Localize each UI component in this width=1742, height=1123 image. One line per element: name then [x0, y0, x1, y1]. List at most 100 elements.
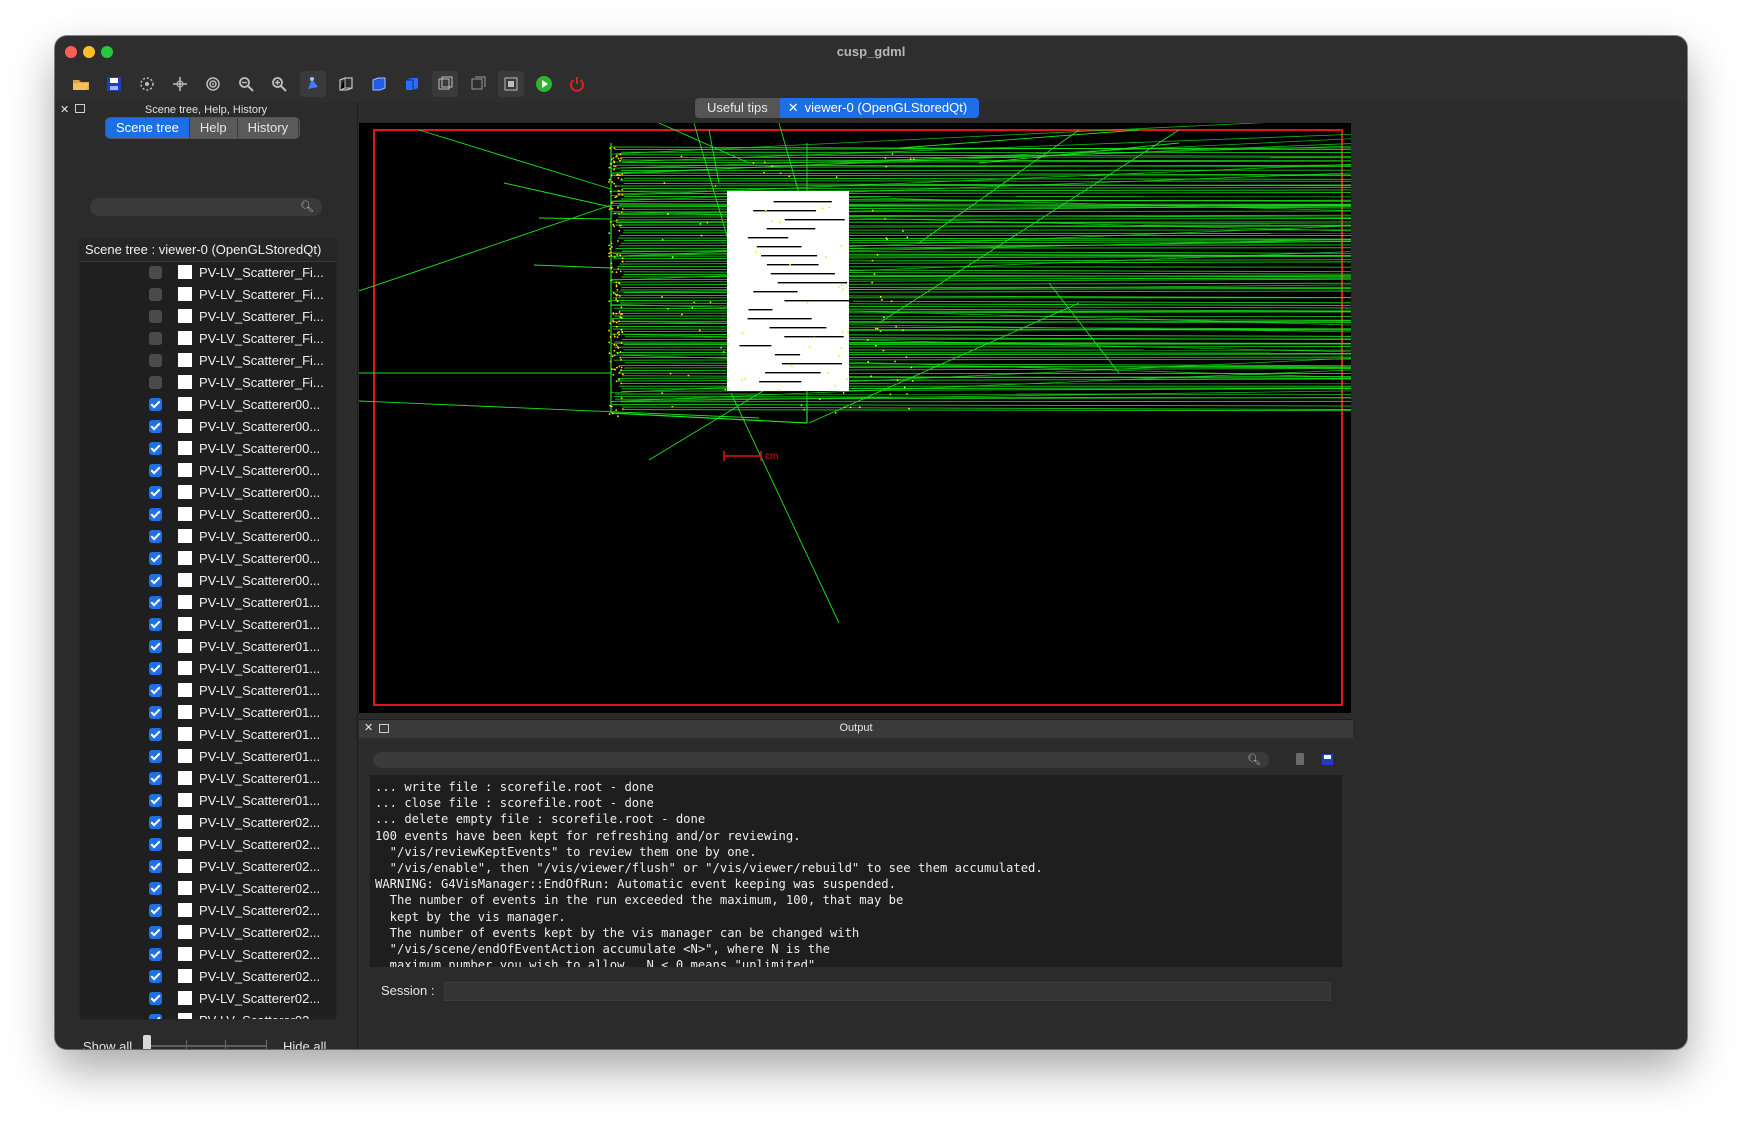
color-swatch[interactable]	[178, 595, 192, 609]
tree-row[interactable]: PV-LV_Scatterer01...	[80, 724, 336, 746]
tree-row[interactable]: PV-LV_Scatterer02...	[80, 878, 336, 900]
visibility-checkbox[interactable]	[149, 728, 162, 741]
tree-row[interactable]: PV-LV_Scatterer01...	[80, 746, 336, 768]
color-swatch[interactable]	[178, 441, 192, 455]
tree-row[interactable]: PV-LV_Scatterer01...	[80, 636, 336, 658]
color-swatch[interactable]	[178, 727, 192, 741]
tree-row[interactable]: PV-LV_Scatterer_Fi...	[80, 372, 336, 394]
color-swatch[interactable]	[178, 485, 192, 499]
tree-row[interactable]: PV-LV_Scatterer02...	[80, 834, 336, 856]
tree-row[interactable]: PV-LV_Scatterer_Fi...	[80, 262, 336, 284]
color-swatch[interactable]	[178, 705, 192, 719]
visibility-checkbox[interactable]	[149, 420, 162, 433]
tree-row[interactable]: PV-LV_Scatterer00...	[80, 526, 336, 548]
visibility-checkbox[interactable]	[149, 992, 162, 1005]
visibility-checkbox[interactable]	[149, 750, 162, 763]
color-swatch[interactable]	[178, 507, 192, 521]
scene-tree-search-input[interactable]: 🔍︎	[90, 198, 322, 216]
color-swatch[interactable]	[178, 551, 192, 565]
color-swatch[interactable]	[178, 771, 192, 785]
color-swatch[interactable]	[178, 925, 192, 939]
visibility-checkbox[interactable]	[149, 926, 162, 939]
visibility-checkbox[interactable]	[149, 706, 162, 719]
surface-icon[interactable]	[399, 71, 425, 97]
opengl-viewport[interactable]: cm	[359, 123, 1351, 713]
visibility-checkbox[interactable]	[149, 860, 162, 873]
color-swatch[interactable]	[178, 837, 192, 851]
tab-viewer-0[interactable]: ✕ viewer-0 (OpenGLStoredQt)	[779, 98, 980, 118]
exit-icon[interactable]	[564, 71, 590, 97]
output-search-input[interactable]: 🔍︎	[373, 752, 1269, 768]
color-swatch[interactable]	[178, 749, 192, 763]
color-swatch[interactable]	[178, 793, 192, 807]
visibility-checkbox[interactable]	[149, 684, 162, 697]
tree-row[interactable]: PV-LV_Scatterer00...	[80, 438, 336, 460]
color-swatch[interactable]	[178, 529, 192, 543]
visibility-slider-handle[interactable]	[143, 1035, 151, 1049]
color-swatch[interactable]	[178, 617, 192, 631]
wireframe-icon[interactable]	[432, 71, 458, 97]
tree-row[interactable]: PV-LV_Scatterer_Fi...	[80, 284, 336, 306]
tree-row[interactable]: PV-LV_Scatterer00...	[80, 570, 336, 592]
tree-row[interactable]: PV-LV_Scatterer02...	[80, 922, 336, 944]
visibility-checkbox[interactable]	[149, 1014, 162, 1019]
tree-row[interactable]: PV-LV_Scatterer01...	[80, 658, 336, 680]
color-swatch[interactable]	[178, 287, 192, 301]
color-swatch[interactable]	[178, 397, 192, 411]
open-folder-icon[interactable]	[68, 71, 94, 97]
zoom-in-icon[interactable]	[266, 71, 292, 97]
visibility-checkbox[interactable]	[149, 640, 162, 653]
visibility-checkbox[interactable]	[149, 508, 162, 521]
color-swatch[interactable]	[178, 815, 192, 829]
tab-useful-tips[interactable]: Useful tips	[695, 98, 780, 118]
visibility-checkbox[interactable]	[149, 530, 162, 543]
visibility-checkbox[interactable]	[149, 948, 162, 961]
tree-row[interactable]: PV-LV_Scatterer01...	[80, 790, 336, 812]
visibility-checkbox[interactable]	[149, 662, 162, 675]
visibility-checkbox[interactable]	[149, 882, 162, 895]
hidden-line-removal-icon[interactable]	[465, 71, 491, 97]
rotate-icon[interactable]	[134, 71, 160, 97]
color-swatch[interactable]	[178, 947, 192, 961]
tree-row[interactable]: PV-LV_Scatterer_Fi...	[80, 306, 336, 328]
color-swatch[interactable]	[178, 991, 192, 1005]
tab-history[interactable]: History	[237, 118, 300, 138]
run-beam-icon[interactable]	[531, 71, 557, 97]
tab-scene-tree[interactable]: Scene tree	[106, 118, 190, 138]
tree-row[interactable]: PV-LV_Scatterer00...	[80, 394, 336, 416]
visibility-checkbox[interactable]	[149, 442, 162, 455]
move-icon[interactable]	[167, 71, 193, 97]
zoom-out-icon[interactable]	[233, 71, 259, 97]
visibility-checkbox[interactable]	[149, 772, 162, 785]
tree-row[interactable]: PV-LV_Scatterer00...	[80, 416, 336, 438]
color-swatch[interactable]	[178, 639, 192, 653]
color-swatch[interactable]	[178, 375, 192, 389]
color-swatch[interactable]	[178, 1013, 192, 1019]
visibility-checkbox[interactable]	[149, 574, 162, 587]
save-output-icon[interactable]	[1321, 753, 1334, 771]
tree-row[interactable]: PV-LV_Scatterer02...	[80, 856, 336, 878]
visibility-checkbox[interactable]	[149, 288, 162, 301]
visibility-checkbox[interactable]	[149, 838, 162, 851]
color-swatch[interactable]	[178, 463, 192, 477]
tree-row[interactable]: PV-LV_Scatterer00...	[80, 504, 336, 526]
visibility-checkbox[interactable]	[149, 794, 162, 807]
color-swatch[interactable]	[178, 683, 192, 697]
visibility-checkbox[interactable]	[149, 816, 162, 829]
visibility-checkbox[interactable]	[149, 266, 162, 279]
visibility-checkbox[interactable]	[149, 464, 162, 477]
tree-row[interactable]: PV-LV_Scatterer_Fi...	[80, 350, 336, 372]
tree-row[interactable]: PV-LV_Scatterer02...	[80, 812, 336, 834]
color-swatch[interactable]	[178, 969, 192, 983]
output-console[interactable]: ... write file : scorefile.root - done .…	[370, 775, 1342, 967]
close-tab-icon[interactable]: ✕	[788, 100, 799, 115]
tree-row[interactable]: PV-LV_Scatterer00...	[80, 548, 336, 570]
visibility-checkbox[interactable]	[149, 618, 162, 631]
tree-row[interactable]: PV-LV_Scatterer02...	[80, 966, 336, 988]
color-swatch[interactable]	[178, 309, 192, 323]
tree-row[interactable]: PV-LV_Scatterer01...	[80, 680, 336, 702]
perspective-icon[interactable]	[300, 71, 326, 97]
tree-row[interactable]: PV-LV_Scatterer00...	[80, 482, 336, 504]
visibility-checkbox[interactable]	[149, 376, 162, 389]
tree-row[interactable]: PV-LV_Scatterer01...	[80, 702, 336, 724]
